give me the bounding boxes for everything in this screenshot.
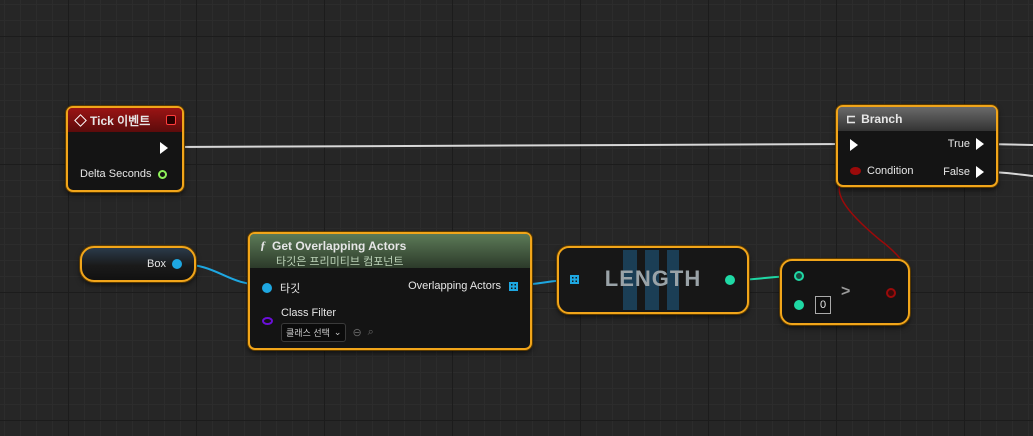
exec-true-icon bbox=[976, 138, 984, 150]
branch-node[interactable]: ⊏ Branch Condition True False bbox=[836, 105, 998, 187]
target-pin-icon bbox=[262, 283, 272, 293]
true-label: True bbox=[947, 138, 970, 150]
overlap-node-title: Get Overlapping Actors bbox=[272, 238, 407, 253]
overlapping-actors-pin[interactable]: Overlapping Actors bbox=[408, 280, 518, 292]
float-pin-icon bbox=[157, 169, 167, 179]
chevron-down-icon: ⌄ bbox=[333, 327, 342, 337]
overlapping-actors-label: Overlapping Actors bbox=[408, 280, 501, 292]
object-pin-icon bbox=[172, 259, 182, 269]
class-filter-pin[interactable]: Class Filter 클래스 선택 ⌄ ⊖ ⌕ bbox=[262, 307, 374, 342]
box-out-pin[interactable]: Box bbox=[147, 258, 182, 270]
branch-node-header: ⊏ Branch bbox=[838, 107, 996, 131]
array-in-grid-icon[interactable] bbox=[570, 275, 579, 284]
exec-wire-tick-branch bbox=[171, 143, 852, 148]
delegate-pin-icon[interactable] bbox=[166, 115, 176, 125]
branch-condition-pin[interactable]: Condition bbox=[850, 165, 913, 177]
branch-icon: ⊏ bbox=[846, 112, 857, 126]
input-b-field[interactable]: 0 bbox=[815, 296, 831, 314]
int-in-a-pin[interactable] bbox=[794, 271, 804, 281]
exec-out-icon bbox=[160, 142, 168, 154]
target-pin[interactable]: 타깃 bbox=[262, 280, 300, 296]
int-in-b-pin[interactable] bbox=[794, 300, 804, 310]
box-label: Box bbox=[147, 258, 166, 270]
tick-node-header: Tick 이벤트 bbox=[68, 108, 182, 132]
search-icon[interactable]: ⌕ bbox=[368, 326, 374, 339]
exec-false-icon bbox=[976, 166, 984, 178]
overlap-node-header: ƒ Get Overlapping Actors 타깃은 프리미티브 컴포넌트 bbox=[250, 234, 530, 268]
branch-false-pin[interactable]: False bbox=[943, 166, 984, 178]
event-diamond-icon bbox=[74, 113, 87, 127]
class-select-dropdown[interactable]: 클래스 선택 ⌄ bbox=[281, 323, 347, 342]
branch-node-title: Branch bbox=[861, 112, 903, 126]
box-variable-node[interactable]: Box bbox=[80, 246, 196, 282]
branch-exec-in-pin[interactable] bbox=[850, 139, 858, 151]
condition-pin-icon bbox=[850, 167, 861, 175]
tick-node-title: Tick 이벤트 bbox=[90, 113, 151, 128]
branch-true-pin[interactable]: True bbox=[948, 138, 984, 150]
bool-out-pin[interactable] bbox=[886, 288, 896, 298]
overlap-node-subtitle: 타깃은 프리미티브 컴포넌트 bbox=[276, 256, 404, 268]
condition-label: Condition bbox=[867, 165, 914, 177]
get-overlapping-actors-node[interactable]: ƒ Get Overlapping Actors 타깃은 프리미티브 컴포넌트 … bbox=[248, 232, 532, 350]
wires-layer bbox=[171, 143, 1033, 293]
delta-seconds-label: Delta Seconds bbox=[80, 168, 152, 180]
use-selected-icon[interactable]: ⊖ bbox=[352, 326, 361, 339]
target-label: 타깃 bbox=[280, 283, 301, 295]
class-pin-icon bbox=[262, 317, 273, 325]
tick-exec-out-pin[interactable] bbox=[160, 142, 168, 154]
exec-in-icon bbox=[850, 139, 858, 151]
greater-than-node[interactable]: 0 > bbox=[780, 259, 910, 325]
int-out-pin-icon[interactable] bbox=[725, 275, 735, 285]
array-grid-icon bbox=[509, 281, 518, 291]
delta-seconds-pin[interactable]: Delta Seconds bbox=[80, 168, 167, 180]
length-node[interactable]: LENGTH bbox=[557, 246, 749, 314]
operator-label: > bbox=[841, 283, 851, 300]
class-filter-label: Class Filter bbox=[281, 307, 337, 319]
function-icon: ƒ bbox=[260, 238, 266, 252]
length-label: LENGTH bbox=[604, 266, 702, 291]
false-label: False bbox=[943, 166, 970, 178]
tick-event-node[interactable]: Tick 이벤트 Delta Seconds bbox=[66, 106, 184, 192]
class-select-value: 클래스 선택 bbox=[286, 328, 330, 338]
